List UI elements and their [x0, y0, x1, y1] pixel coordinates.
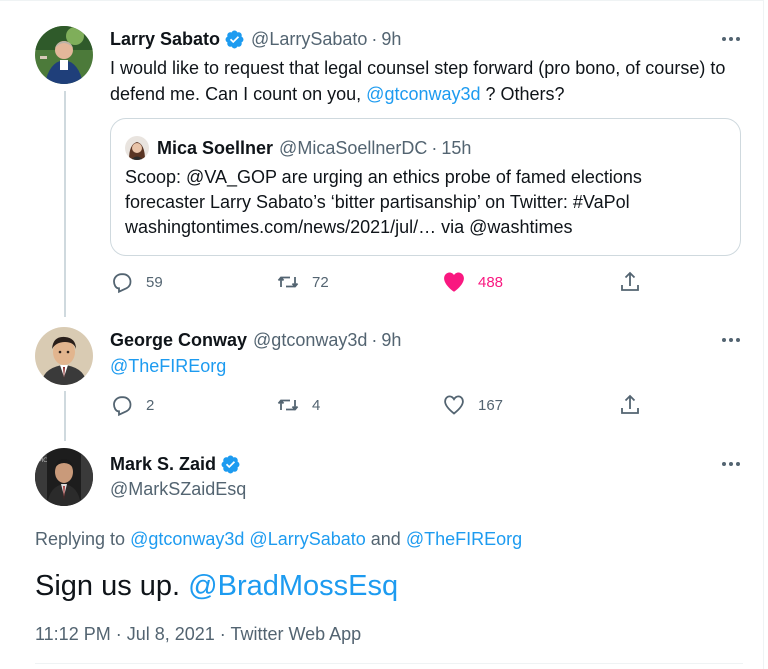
more-icon[interactable] [716, 329, 746, 351]
tweet-header: Larry Sabato @LarrySabato · 9h [110, 26, 401, 52]
replying-to: Replying to @gtconway3d @LarrySabato and… [35, 529, 522, 550]
conversation-thread: Larry Sabato @LarrySabato · 9h I would l… [0, 0, 764, 669]
divider [35, 663, 743, 664]
mention-link[interactable]: @TheFIREorg [406, 529, 522, 549]
more-icon[interactable] [716, 28, 746, 50]
timestamp[interactable]: 9h [381, 330, 401, 351]
quoted-avatar [125, 136, 149, 160]
retweet-count: 4 [312, 396, 321, 414]
share-button[interactable] [618, 270, 642, 294]
handle[interactable]: @LarrySabato [251, 29, 367, 50]
quoted-timestamp: 15h [441, 137, 472, 158]
tweet-timestamp[interactable]: 11:12 PM · Jul 8, 2021 · Twitter Web App [35, 624, 361, 645]
tweet-george-conway[interactable]: George Conway @gtconway3d · 9h @TheFIREo… [0, 327, 764, 427]
tweet-actions: 2 4 167 [0, 393, 764, 421]
reply-icon [113, 396, 132, 417]
tweet-text: I would like to request that legal couns… [110, 55, 740, 107]
reply-count: 2 [146, 396, 155, 414]
reply-icon [113, 273, 132, 294]
verified-icon [220, 454, 241, 475]
handle[interactable]: @MarkSZaidEsq [110, 479, 246, 499]
replying-label: Replying to [35, 529, 131, 549]
svg-text:MC: MC [38, 457, 47, 464]
main-tweet-text: Sign us up. @BradMossEsq [35, 567, 398, 605]
quoted-tweet-text: Scoop: @VA_GOP are urging an ethics prob… [125, 165, 725, 240]
handle[interactable]: @gtconway3d [253, 330, 367, 351]
tweet-header: George Conway @gtconway3d · 9h [110, 327, 401, 353]
mention-link[interactable]: @gtconway3d [366, 84, 480, 104]
like-button[interactable]: 488 [442, 270, 503, 294]
retweet-button[interactable]: 4 [276, 393, 320, 417]
display-name[interactable]: Mark S. Zaid [110, 454, 216, 475]
quoted-display-name: Mica Soellner [157, 137, 274, 158]
mention-link[interactable]: @BradMossEsq [188, 570, 398, 602]
separator-dot: · [431, 137, 438, 158]
retweet-icon [277, 276, 299, 288]
reply-count: 59 [146, 273, 163, 291]
quoted-handle: @MicaSoellnerDC [279, 137, 428, 158]
tweet-actions: 59 72 488 [0, 270, 764, 298]
tweet-text: @TheFIREorg [110, 353, 226, 379]
tweet-text-part: ? Others? [480, 84, 565, 104]
heart-icon [444, 395, 464, 415]
like-button[interactable]: 167 [442, 393, 503, 417]
heart-filled-icon [444, 272, 464, 292]
quoted-tweet-header: Mica Soellner @MicaSoellnerDC · 15h [125, 135, 471, 161]
retweet-count: 72 [312, 273, 329, 291]
display-name[interactable]: George Conway [110, 330, 247, 351]
mention-link[interactable]: @TheFIREorg [110, 356, 226, 376]
retweet-button[interactable]: 72 [276, 270, 329, 294]
share-icon [621, 271, 639, 291]
reply-button[interactable]: 59 [110, 270, 163, 294]
retweet-icon [277, 399, 299, 411]
main-tweet-body: Sign us up. [35, 570, 189, 602]
mention-link[interactable]: @LarrySabato [249, 529, 365, 549]
quoted-line: washingtontimes.com/news/2021/jul/… via … [125, 217, 573, 237]
timestamp[interactable]: 9h [381, 29, 401, 50]
tweet-header: Mark S. Zaid [110, 451, 241, 477]
display-name[interactable]: Larry Sabato [110, 29, 220, 50]
avatar[interactable]: MC [35, 448, 93, 506]
share-icon [621, 394, 639, 414]
handle-line: @MarkSZaidEsq [110, 476, 246, 502]
separator-dot: · [371, 28, 378, 49]
avatar[interactable] [35, 327, 93, 385]
replying-and: and [365, 529, 406, 549]
quoted-tweet[interactable]: Mica Soellner @MicaSoellnerDC · 15h Scoo… [110, 118, 741, 256]
like-count: 488 [478, 273, 504, 291]
like-count: 167 [478, 396, 504, 414]
separator-dot: · [371, 329, 378, 350]
reply-button[interactable]: 2 [110, 393, 154, 417]
share-button[interactable] [618, 393, 642, 417]
verified-icon [224, 29, 245, 50]
more-icon[interactable] [716, 453, 746, 475]
tweet-larry-sabato[interactable]: Larry Sabato @LarrySabato · 9h I would l… [0, 26, 764, 316]
tweet-mark-zaid: MC Mark S. Zaid @MarkSZaidEsq [0, 448, 764, 508]
mention-link[interactable]: @gtconway3d [130, 529, 244, 549]
avatar[interactable] [35, 26, 93, 84]
quoted-line: forecaster Larry Sabato’s ‘bitter partis… [125, 192, 630, 212]
quoted-line: Scoop: @VA_GOP are urging an ethics prob… [125, 167, 642, 187]
